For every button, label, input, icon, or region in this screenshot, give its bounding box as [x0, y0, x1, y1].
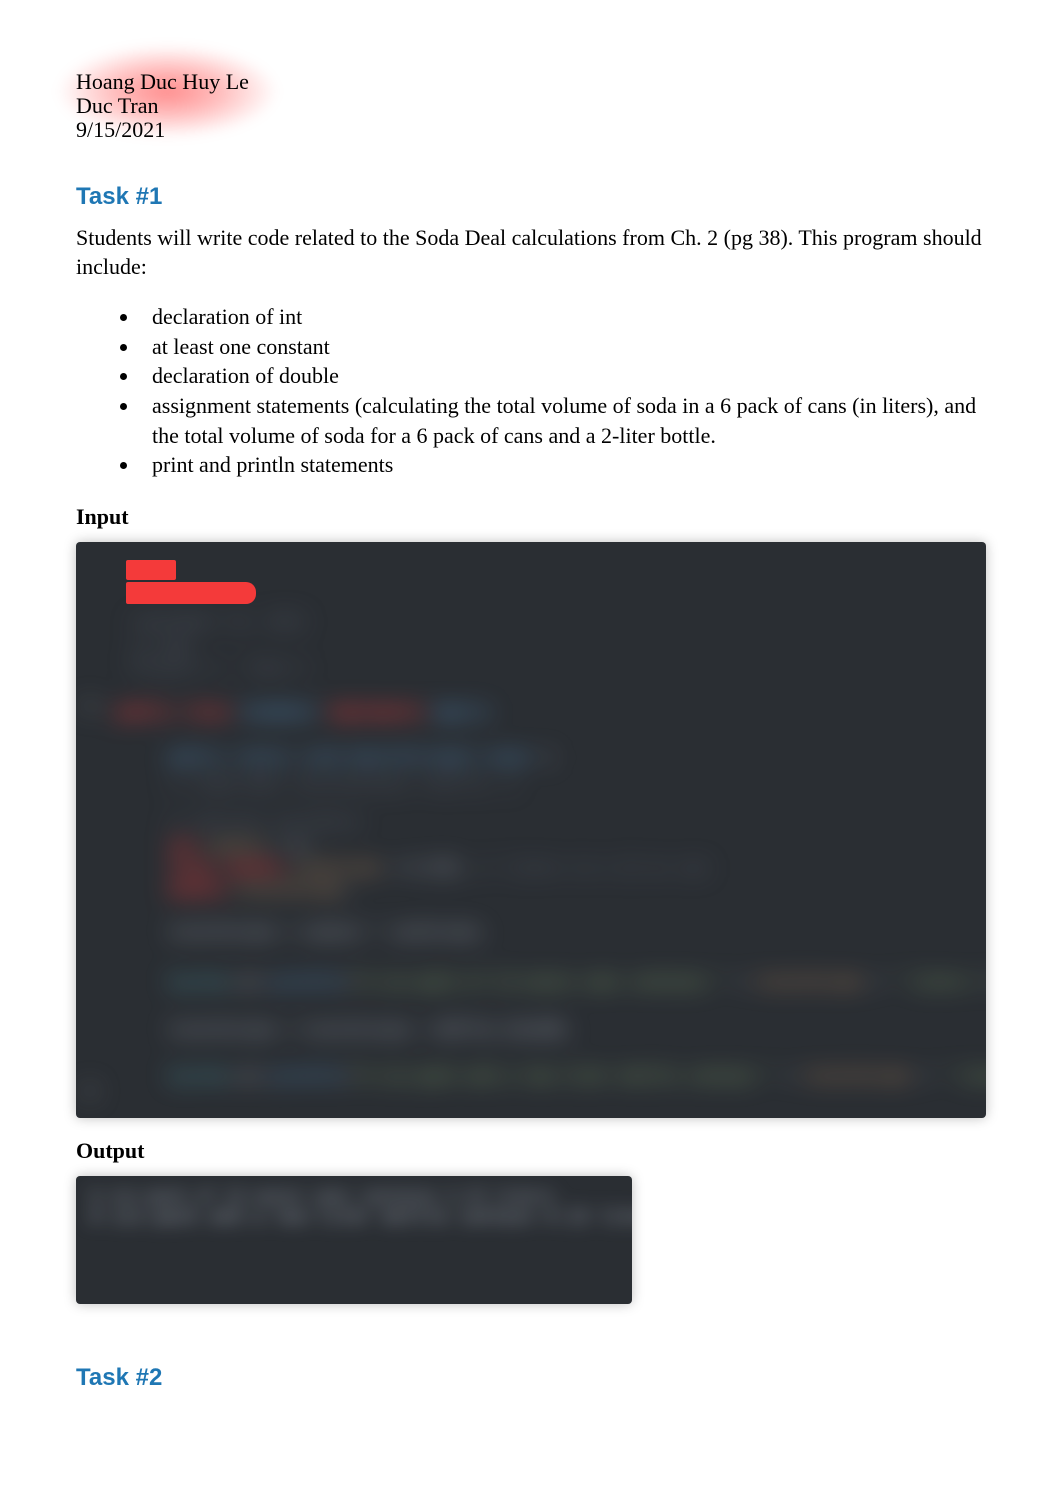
author-name-1: Hoang Duc Huy Le: [76, 69, 249, 94]
task-1-heading: Task #1: [76, 183, 986, 211]
blurred-code-content: september 15, 2021 cs 200 Project 1 - Ta…: [76, 542, 986, 1118]
author-names-highlighted: Hoang Duc Huy Le Duc Tran: [76, 70, 249, 118]
task-1-bullet-list: declaration of int at least one constant…: [140, 302, 986, 480]
document-header: Hoang Duc Huy Le Duc Tran 9/15/2021: [76, 70, 986, 143]
document-date: 9/15/2021: [76, 118, 986, 142]
list-item: declaration of double: [140, 361, 986, 391]
task-1-intro: Students will write code related to the …: [76, 223, 986, 282]
document-page: Hoang Duc Huy Le Duc Tran 9/15/2021 Task…: [0, 0, 1062, 1506]
list-item: print and println statements: [140, 450, 986, 480]
input-label: Input: [76, 504, 986, 530]
list-item: assignment statements (calculating the t…: [140, 391, 986, 450]
list-item: at least one constant: [140, 332, 986, 362]
author-name-2: Duc Tran: [76, 93, 159, 118]
code-red-highlight: [126, 560, 256, 606]
task-2-heading: Task #2: [76, 1364, 986, 1392]
output-label: Output: [76, 1138, 986, 1164]
code-output-screenshot: A six-pack of 12-ounce cans contains 2.1…: [76, 1176, 632, 1304]
code-input-screenshot: september 15, 2021 cs 200 Project 1 - Ta…: [76, 542, 986, 1118]
list-item: declaration of int: [140, 302, 986, 332]
blurred-output-content: A six-pack of 12-ounce cans contains 2.1…: [76, 1176, 632, 1304]
